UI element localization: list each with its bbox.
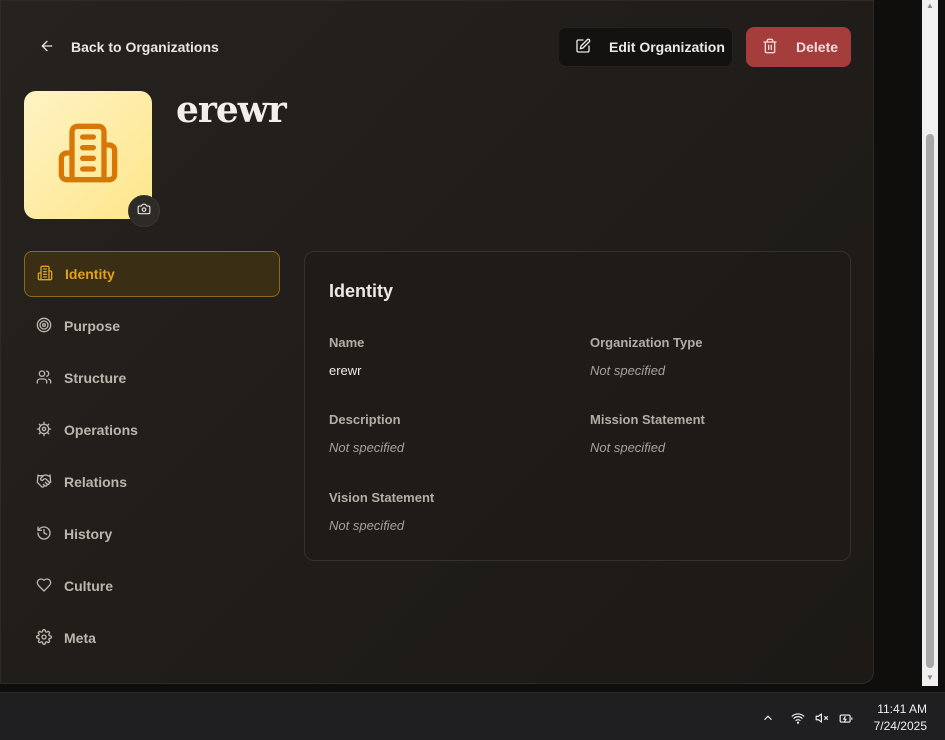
chevron-up-icon[interactable]: [760, 711, 776, 725]
camera-icon: [137, 202, 151, 221]
heart-icon: [36, 577, 52, 596]
field-name: Name erewr: [329, 335, 569, 378]
edit-icon: [575, 38, 591, 57]
organization-panel: Back to Organizations Edit Organization …: [0, 0, 874, 684]
field-value: Not specified: [329, 440, 405, 455]
nav-item-label: Culture: [64, 578, 113, 594]
field-vision-statement: Vision Statement Not specified: [329, 490, 569, 533]
nav-item-label: Identity: [65, 266, 115, 282]
building-icon: [37, 265, 53, 284]
nav-item-label: Purpose: [64, 318, 121, 334]
edit-button-label: Edit Organization: [609, 39, 725, 55]
trash-icon: [762, 38, 778, 57]
nav-item-label: Structure: [64, 370, 127, 386]
scroll-up-arrow-icon[interactable]: ▲: [926, 2, 934, 10]
field-description: Description Not specified: [329, 412, 569, 455]
target-icon: [36, 317, 52, 336]
system-clock[interactable]: 11:41 AM 7/24/2025: [874, 701, 927, 735]
nav-item-culture[interactable]: Culture: [24, 563, 280, 609]
field-value: Not specified: [590, 440, 666, 455]
field-label: Name: [329, 335, 365, 350]
wifi-icon[interactable]: [790, 711, 806, 725]
field-organization-type: Organization Type Not specified: [590, 335, 830, 378]
vertical-scrollbar[interactable]: ▲ ▼: [922, 0, 938, 686]
volume-muted-icon[interactable]: [814, 711, 830, 725]
edit-organization-button[interactable]: Edit Organization: [558, 27, 733, 67]
field-mission-statement: Mission Statement Not specified: [590, 412, 830, 455]
clock-time: 11:41 AM: [877, 702, 927, 716]
organization-name-title: erewr: [176, 89, 287, 131]
field-value: erewr: [329, 363, 362, 378]
back-link-label: Back to Organizations: [71, 39, 219, 55]
change-avatar-button[interactable]: [128, 195, 160, 227]
cog-icon: [36, 421, 52, 440]
nav-item-structure[interactable]: Structure: [24, 355, 280, 401]
arrow-left-icon: [39, 38, 55, 57]
clock-date: 7/24/2025: [873, 719, 927, 733]
field-label: Organization Type: [590, 335, 703, 350]
nav-item-label: Meta: [64, 630, 96, 646]
section-nav: Identity Purpose Structure Operations Re…: [24, 251, 280, 667]
nav-item-operations[interactable]: Operations: [24, 407, 280, 453]
scroll-down-arrow-icon[interactable]: ▼: [926, 674, 934, 682]
delete-button-label: Delete: [796, 39, 839, 55]
identity-card: Identity Name erewr Organization Type No…: [304, 251, 851, 561]
history-icon: [36, 525, 52, 544]
battery-charging-icon[interactable]: [838, 711, 854, 725]
nav-item-label: History: [64, 526, 113, 542]
nav-item-label: Relations: [64, 474, 128, 490]
field-label: Description: [329, 412, 401, 427]
nav-item-identity[interactable]: Identity: [24, 251, 280, 297]
identity-card-title: Identity: [329, 281, 394, 301]
field-value: Not specified: [329, 518, 405, 533]
field-label: Vision Statement: [329, 490, 435, 505]
field-label: Mission Statement: [590, 412, 705, 427]
field-value: Not specified: [590, 363, 666, 378]
nav-item-label: Operations: [64, 422, 138, 438]
back-to-organizations-link[interactable]: Back to Organizations: [39, 37, 219, 57]
handshake-icon: [36, 473, 52, 492]
building-icon: [56, 121, 120, 190]
delete-button[interactable]: Delete: [746, 27, 851, 67]
users-icon: [36, 369, 52, 388]
taskbar: 11:41 AM 7/24/2025: [0, 692, 945, 740]
nav-item-meta[interactable]: Meta: [24, 615, 280, 661]
scrollbar-thumb[interactable]: [926, 134, 934, 668]
nav-item-purpose[interactable]: Purpose: [24, 303, 280, 349]
nav-item-history[interactable]: History: [24, 511, 280, 557]
nav-item-relations[interactable]: Relations: [24, 459, 280, 505]
settings-icon: [36, 628, 52, 648]
